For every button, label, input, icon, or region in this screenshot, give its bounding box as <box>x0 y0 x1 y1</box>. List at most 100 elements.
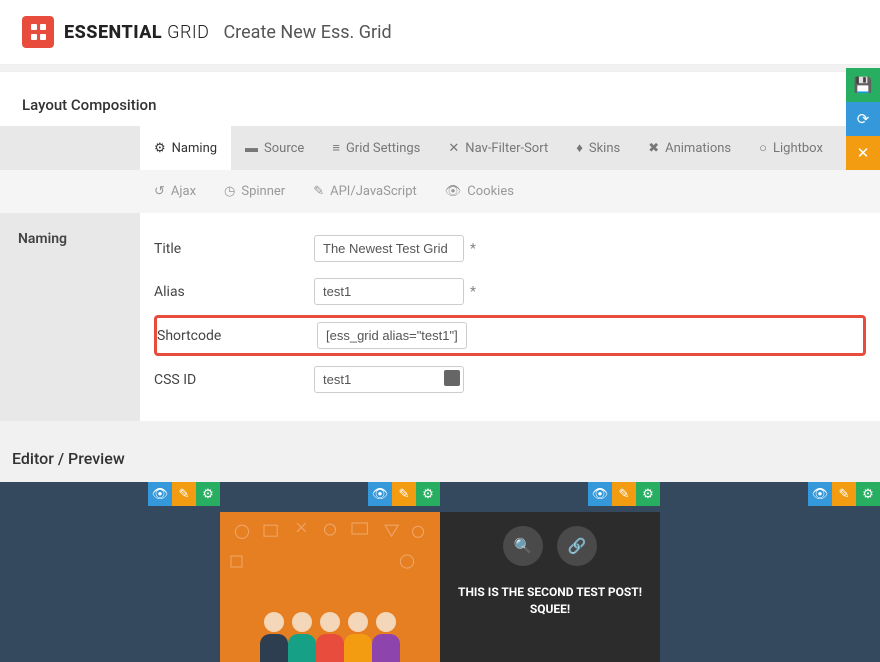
refresh-button[interactable]: ⟳ <box>846 102 880 136</box>
search-icon: ○ <box>759 140 767 156</box>
label-cssid: CSS ID <box>154 372 314 388</box>
tab-label: Animations <box>665 141 731 156</box>
save-button[interactable]: 💾 <box>846 68 880 102</box>
input-shortcode[interactable] <box>317 322 467 349</box>
tab-api-js[interactable]: ✎ API/JavaScript <box>299 170 431 213</box>
gear-icon: ⚙ <box>642 487 654 502</box>
tab-spinner[interactable]: ◷ Spinner <box>210 170 299 213</box>
edit-button[interactable]: ✎ <box>832 482 856 506</box>
cell-toolbar: 👁 ✎ ⚙ <box>808 482 880 506</box>
undo-icon: ↺ <box>154 184 165 199</box>
grid-cell-1: 👁 ✎ ⚙ <box>0 482 220 662</box>
grid-cell-4: 👁 ✎ ⚙ <box>660 482 880 662</box>
wand-icon: ✎ <box>313 184 324 199</box>
tab-label: Lightbox <box>773 141 823 156</box>
gear-icon: ⚙ <box>154 141 166 156</box>
input-cssid[interactable] <box>314 366 464 393</box>
people-illustration <box>220 612 440 662</box>
eye-icon: 👁 <box>592 487 609 502</box>
pencil-icon: ✎ <box>179 487 190 502</box>
preview-button[interactable]: 👁 <box>588 482 612 506</box>
refresh-icon: ⟳ <box>857 110 870 128</box>
tab-source[interactable]: ▬ Source <box>231 126 318 170</box>
gear-icon: ⚙ <box>422 487 434 502</box>
cell-card: 🔍 🔗 THIS IS THE SECOND TEST POST! SQUEE! <box>440 512 660 662</box>
tab-label: Naming <box>172 141 217 156</box>
pencil-icon: ✎ <box>399 487 410 502</box>
cell-image <box>220 512 440 662</box>
card-actions: 🔍 🔗 <box>503 526 597 566</box>
tab-label: Spinner <box>241 184 285 199</box>
cell-toolbar: 👁 ✎ ⚙ <box>588 482 660 506</box>
tab-lightbox[interactable]: ○ Lightbox <box>745 126 837 170</box>
preview-button[interactable]: 👁 <box>148 482 172 506</box>
grid-cell-3: 👁 ✎ ⚙ 🔍 🔗 THIS IS THE SECOND TEST POST! … <box>440 482 660 662</box>
dark-card: 🔍 🔗 THIS IS THE SECOND TEST POST! SQUEE! <box>440 512 660 662</box>
eye-icon: 👁 <box>445 184 462 199</box>
logo-icon <box>22 16 54 48</box>
label-alias: Alias <box>154 284 314 300</box>
preview-grid: 👁 ✎ ⚙ 👁 ✎ ⚙ <box>0 482 880 662</box>
preview-button[interactable]: 👁 <box>368 482 392 506</box>
pencil-icon: ✎ <box>839 487 850 502</box>
tab-label: Ajax <box>171 184 196 199</box>
tabs-row-1: ⚙ Naming ▬ Source ≡ Grid Settings ✕ Nav-… <box>0 126 880 170</box>
illustration-image <box>220 512 440 662</box>
preview-button[interactable]: 👁 <box>808 482 832 506</box>
close-button[interactable]: ✕ <box>846 136 880 170</box>
shortcode-highlight: Shortcode <box>154 315 866 356</box>
tab-skins[interactable]: ♦ Skins <box>562 126 634 170</box>
pencil-icon: ✎ <box>619 487 630 502</box>
card-title: THIS IS THE SECOND TEST POST! SQUEE! <box>440 584 660 618</box>
cell-toolbar: 👁 ✎ ⚙ <box>148 482 220 506</box>
tab-label: Skins <box>589 141 620 156</box>
settings-button[interactable]: ⚙ <box>636 482 660 506</box>
tab-animations[interactable]: ✖ Animations <box>634 126 745 170</box>
tab-ajax[interactable]: ↺ Ajax <box>140 170 210 213</box>
settings-button[interactable]: ⚙ <box>856 482 880 506</box>
label-shortcode: Shortcode <box>157 328 317 344</box>
eye-icon: 👁 <box>812 487 829 502</box>
side-label-naming: Naming <box>0 213 140 421</box>
section-layout-title: Layout Composition <box>0 71 880 126</box>
tab-naming[interactable]: ⚙ Naming <box>140 126 231 170</box>
edit-button[interactable]: ✎ <box>612 482 636 506</box>
cssid-toggle-icon[interactable] <box>444 370 460 386</box>
tab-nav-filter-sort[interactable]: ✕ Nav-Filter-Sort <box>434 126 562 170</box>
tab-grid-settings[interactable]: ≡ Grid Settings <box>318 126 434 170</box>
tab-cookies[interactable]: 👁 Cookies <box>431 170 528 213</box>
eye-icon: 👁 <box>152 487 169 502</box>
search-icon: 🔍 <box>514 537 533 555</box>
settings-button[interactable]: ⚙ <box>196 482 220 506</box>
editor-preview-title: Editor / Preview <box>0 421 880 482</box>
save-icon: 💾 <box>854 76 873 94</box>
brand-bold: ESSENTIAL <box>64 22 162 43</box>
label-title: Title <box>154 241 314 257</box>
grid-cell-2: 👁 ✎ ⚙ <box>220 482 440 662</box>
eye-icon: 👁 <box>372 487 389 502</box>
list-icon: ≡ <box>332 140 340 156</box>
tab-label: Grid Settings <box>346 141 420 156</box>
tabs-row-2: ↺ Ajax ◷ Spinner ✎ API/JavaScript 👁 Cook… <box>0 170 880 213</box>
input-alias[interactable] <box>314 278 464 305</box>
required-mark: * <box>470 284 476 300</box>
settings-button[interactable]: ⚙ <box>416 482 440 506</box>
edit-button[interactable]: ✎ <box>172 482 196 506</box>
close-icon: ✕ <box>857 144 870 162</box>
input-title[interactable] <box>314 235 464 262</box>
edit-button[interactable]: ✎ <box>392 482 416 506</box>
floating-actions: 💾 ⟳ ✕ <box>846 68 880 170</box>
link-icon: 🔗 <box>568 537 587 555</box>
folder-icon: ▬ <box>245 140 258 156</box>
drop-icon: ♦ <box>576 140 583 156</box>
row-alias: Alias * <box>154 270 866 313</box>
tools-icon: ✖ <box>648 141 659 156</box>
tab-label: Cookies <box>467 184 514 199</box>
spinner-icon: ◷ <box>224 184 235 199</box>
brand-light: GRID <box>167 22 209 43</box>
required-mark: * <box>470 241 476 257</box>
tab-label: Nav-Filter-Sort <box>465 141 548 156</box>
link-button[interactable]: 🔗 <box>557 526 597 566</box>
gear-icon: ⚙ <box>862 487 874 502</box>
zoom-button[interactable]: 🔍 <box>503 526 543 566</box>
